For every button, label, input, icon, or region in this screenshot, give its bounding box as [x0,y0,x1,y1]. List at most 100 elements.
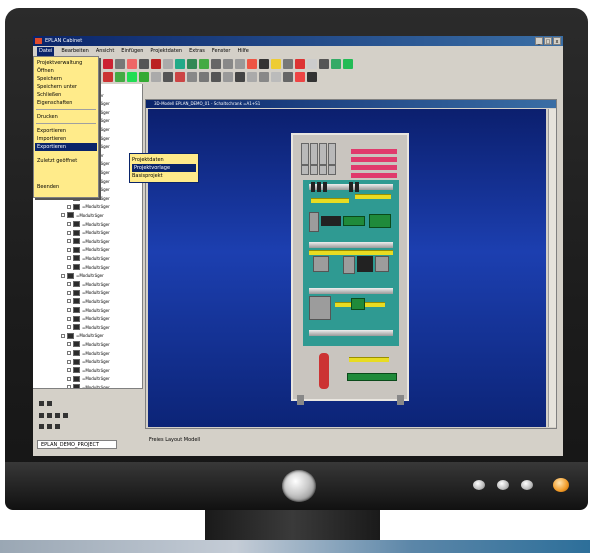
section-icon[interactable] [259,71,269,82]
copy-icon[interactable] [187,58,197,69]
tree-item[interactable]: =Modulträger [67,341,110,348]
open-icon[interactable] [115,58,125,69]
expand-toggle-icon[interactable] [67,368,71,373]
expand-toggle-icon[interactable] [67,247,71,252]
cable-icon[interactable] [139,71,149,82]
menu-item-save[interactable]: Speichern [37,75,62,83]
tree-item[interactable]: =Modulträger [67,289,110,296]
terminal-strip[interactable] [355,194,391,199]
align-icon[interactable] [199,71,209,82]
plc-icon[interactable] [127,71,137,82]
menu-item-properties[interactable]: Eigenschaften [37,99,72,107]
menu-item-recent[interactable]: Zuletzt geöffnet [37,157,77,165]
tree-item[interactable]: =Modulträger [67,203,110,210]
submenu-item-project-template[interactable]: Projektvorlage [132,164,196,172]
view-icon[interactable] [271,71,281,82]
tree-item[interactable]: =Modulträger [67,264,110,270]
expand-toggle-icon[interactable] [67,290,71,295]
breaker[interactable] [343,256,355,274]
plc-module[interactable] [301,143,309,165]
project-tab[interactable]: EPLAN_DEMO_PROJECT [37,440,117,449]
search-icon[interactable] [47,401,52,406]
tree-item[interactable]: =Modulträger [67,246,110,253]
3d-canvas[interactable] [148,109,546,427]
expand-toggle-icon[interactable] [61,333,65,338]
mirror-icon[interactable] [223,71,233,82]
collapse-icon[interactable] [47,424,52,429]
measure-icon[interactable] [247,71,257,82]
tree-item[interactable]: =Modulträger [67,238,110,245]
device[interactable] [309,212,319,232]
duct-icon[interactable] [163,71,173,82]
plc-module[interactable] [310,165,318,175]
contactor[interactable] [357,256,373,272]
tree-item[interactable]: =Modulträger [67,307,110,313]
expand-toggle-icon[interactable] [67,230,71,235]
plc-module[interactable] [310,143,318,165]
arrow-up-icon[interactable] [47,413,52,418]
monitor-menu-button[interactable] [473,480,485,490]
menu-file[interactable]: Datei [37,47,55,56]
tree-item[interactable]: =Modulträger [67,324,110,331]
rotate-icon[interactable] [331,58,341,69]
menu-item-close[interactable]: Schließen [37,91,61,99]
menu-item-save-as[interactable]: Speichern unter [37,83,77,91]
monitor-power-led-button[interactable] [553,478,569,492]
mount-icon[interactable] [175,71,185,82]
menu-item-open[interactable]: Öffnen [37,67,54,75]
expand-toggle-icon[interactable] [67,299,71,304]
terminal-block[interactable] [349,182,353,192]
print-icon[interactable] [139,58,149,69]
tree-item[interactable]: =Modulträger [67,255,110,262]
place-icon[interactable] [187,71,197,82]
layer-icon[interactable] [319,58,329,69]
tree-item[interactable]: =Modulträger [67,367,110,374]
tree-item[interactable]: =Modulträger [67,375,110,382]
menu-item-import[interactable]: Importieren [37,135,66,143]
tree-item[interactable]: =Modulträger [67,281,110,288]
plc-module[interactable] [319,143,327,165]
plc-module[interactable] [328,165,336,175]
enclosure-device[interactable] [309,296,331,320]
menu-window[interactable]: Fenster [212,47,231,56]
settings-icon[interactable] [343,58,353,69]
tree-item[interactable]: =Modulträger [67,229,110,236]
menu-item-project-management[interactable]: Projektverwaltung [37,59,82,67]
power-button[interactable] [282,470,316,502]
mounting-panel[interactable] [303,180,399,346]
tree-item[interactable]: =Modulträger [67,315,110,322]
terminal-block-green[interactable] [369,214,391,228]
minimize-button[interactable]: _ [535,37,543,45]
filter-icon[interactable] [39,401,44,406]
expand-toggle-icon[interactable] [67,265,71,269]
move-icon[interactable] [211,71,221,82]
zoom-in-icon[interactable] [223,58,233,69]
expand-toggle-icon[interactable] [67,308,71,312]
terminal-icon[interactable] [103,71,113,82]
expand-toggle-icon[interactable] [67,376,71,381]
undo-icon[interactable] [151,58,161,69]
menu-edit[interactable]: Bearbeiten [61,47,88,56]
terminal-block-green[interactable] [343,216,365,226]
error-icon[interactable] [295,71,305,82]
plc-module[interactable] [328,143,336,165]
refresh-icon[interactable] [63,413,68,418]
menu-item-exit[interactable]: Beenden [37,183,59,191]
expand-icon[interactable] [39,424,44,429]
zoom-out-icon[interactable] [235,58,245,69]
menu-project-data[interactable]: Projektdaten [150,47,182,56]
line-icon[interactable] [259,58,269,69]
expand-toggle-icon[interactable] [67,239,71,244]
terminal-strip[interactable] [309,250,393,255]
terminal-block-green[interactable] [347,373,397,381]
expand-toggle-icon[interactable] [67,256,71,261]
expand-toggle-icon[interactable] [61,273,65,278]
frame-icon[interactable] [307,58,317,69]
menu-item-export[interactable]: Exportieren [37,127,66,135]
expand-toggle-icon[interactable] [67,282,71,287]
monitor-up-button[interactable] [521,480,533,490]
plc-module[interactable] [301,165,309,175]
zoom-icon[interactable] [211,58,221,69]
menu-insert[interactable]: Einfügen [121,47,143,56]
sort-icon[interactable] [55,424,60,429]
